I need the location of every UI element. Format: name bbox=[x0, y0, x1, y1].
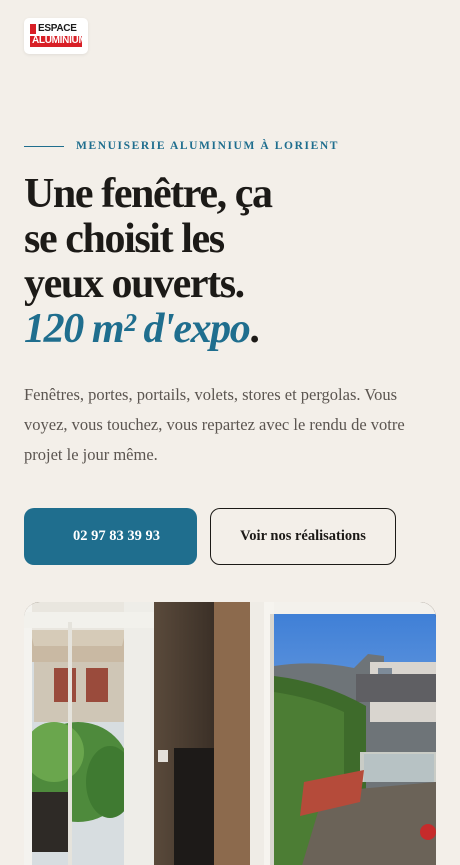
hero-headline: Une fenêtre, ça se choisit les yeux ouve… bbox=[24, 172, 324, 352]
call-button-label: 02 97 83 39 93 bbox=[73, 528, 160, 544]
realisations-button[interactable]: Voir nos réalisations bbox=[210, 508, 396, 565]
headline-accent: 120 m² d'expo bbox=[24, 306, 251, 352]
brand-logo[interactable]: ESPACE ALUMINIUM bbox=[24, 18, 88, 54]
headline-period: . bbox=[249, 306, 260, 352]
headline-line-1: Une fenêtre, ça bbox=[24, 171, 273, 217]
call-button[interactable]: 02 97 83 39 93 bbox=[24, 508, 197, 565]
eyebrow-text: MENUISERIE ALUMINIUM À LORIENT bbox=[76, 140, 340, 152]
showroom-photo-illustration bbox=[24, 602, 436, 865]
logo-text-aluminium: ALUMINIUM bbox=[30, 35, 87, 47]
realisations-button-label: Voir nos réalisations bbox=[240, 528, 366, 544]
headline-line-4: 120 m² d'expo. bbox=[24, 307, 324, 352]
hero-description: Fenêtres, portes, portails, volets, stor… bbox=[24, 385, 405, 464]
eyebrow-rule bbox=[24, 145, 64, 147]
headline-line-2: se choisit les bbox=[24, 216, 225, 262]
hero-eyebrow: MENUISERIE ALUMINIUM À LORIENT bbox=[24, 140, 339, 152]
logo-text-espace: ESPACE bbox=[38, 23, 77, 34]
headline-line-3: yeux ouverts. bbox=[24, 261, 245, 307]
phone-icon bbox=[46, 527, 58, 545]
showroom-photo bbox=[24, 602, 436, 865]
